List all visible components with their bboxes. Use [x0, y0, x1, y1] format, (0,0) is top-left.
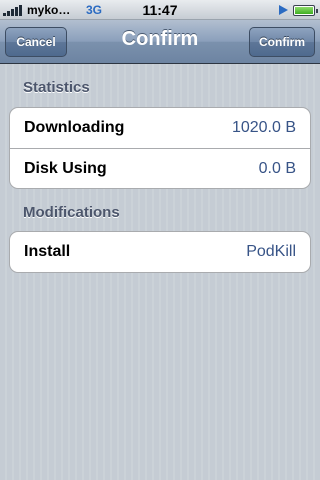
status-bar: myko… 3G 11:47	[0, 0, 320, 20]
row-label: Install	[24, 243, 71, 260]
table-row-disk-using: Disk Using 0.0 B	[10, 148, 310, 188]
navigation-bar: Cancel Confirm Confirm	[0, 20, 320, 64]
status-time: 11:47	[142, 2, 178, 18]
table-row-install[interactable]: Install PodKill	[10, 232, 310, 272]
confirm-button[interactable]: Confirm	[249, 27, 315, 57]
statistics-group: Downloading 1020.0 B Disk Using 0.0 B	[9, 107, 311, 189]
section-header-statistics: Statistics	[23, 79, 90, 96]
section-header-modifications: Modifications	[23, 204, 120, 221]
row-label: Downloading	[24, 119, 125, 136]
row-value: 1020.0 B	[231, 119, 296, 136]
modifications-group: Install PodKill	[9, 231, 311, 273]
cancel-button[interactable]: Cancel	[5, 27, 67, 57]
page-title: Confirm	[121, 28, 199, 50]
row-label: Disk Using	[24, 160, 107, 177]
table-row-downloading: Downloading 1020.0 B	[10, 108, 310, 148]
play-icon	[279, 5, 288, 15]
row-value: 0.0 B	[258, 160, 296, 177]
battery-icon	[293, 5, 318, 16]
row-value: PodKill	[246, 243, 296, 260]
